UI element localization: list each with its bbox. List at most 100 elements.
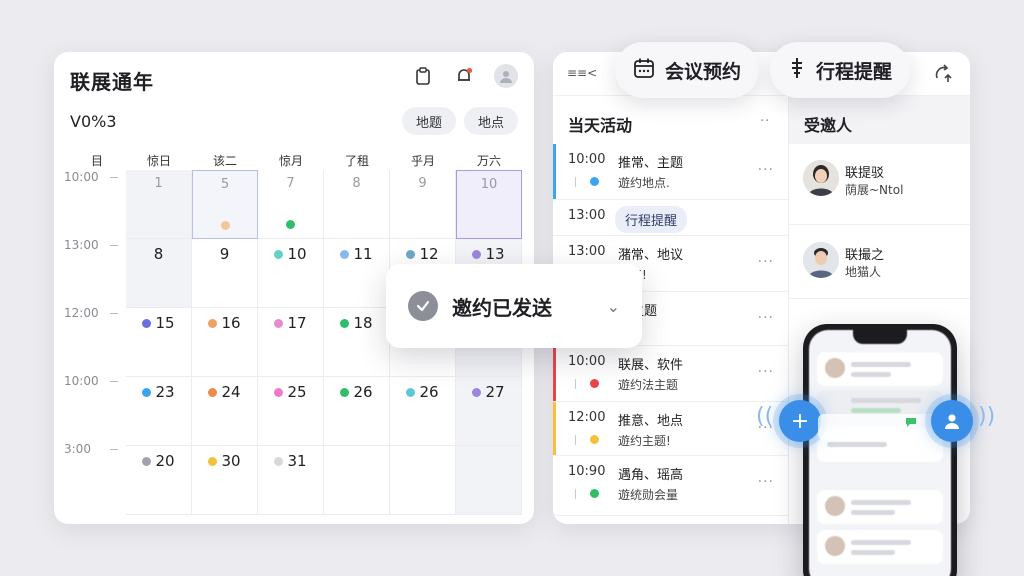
- day-number: 9: [418, 176, 427, 191]
- calendar-day-cell[interactable]: 26: [390, 377, 456, 446]
- filter-chip-location[interactable]: 地点: [464, 107, 519, 135]
- weekday-label: 目: [90, 154, 103, 168]
- day-number: 5: [220, 177, 230, 192]
- menu-icon[interactable]: ≡≡<: [567, 66, 597, 80]
- event-item[interactable]: 12:00 推意、地点 遊约主题! ···: [553, 402, 788, 456]
- day-number: 12: [419, 245, 439, 263]
- event-item[interactable]: 13:00 行程提醒: [553, 200, 788, 236]
- event-item[interactable]: 10:90 遇角、瑶高 遊统勋会量 ···: [553, 456, 788, 516]
- check-icon: [408, 291, 438, 321]
- more-icon[interactable]: ··: [760, 114, 770, 129]
- calendar-day-cell[interactable]: [390, 446, 456, 515]
- phone-screen: [809, 330, 951, 576]
- day-label: 18: [324, 314, 389, 332]
- calendar-day-cell[interactable]: 31: [258, 446, 324, 515]
- day-number: 23: [155, 383, 175, 401]
- day-number: 10: [287, 245, 307, 263]
- day-label: 10: [258, 245, 323, 263]
- day-label: 26: [390, 383, 455, 401]
- toast-message: 邀约已发送: [452, 295, 552, 320]
- event-dot: [590, 489, 599, 498]
- avatar[interactable]: [494, 64, 518, 88]
- sync-icon[interactable]: [932, 62, 954, 88]
- calendar-day-cell[interactable]: [456, 446, 522, 515]
- day-label: 11: [324, 245, 389, 263]
- invitee-name: 联提驳: [845, 166, 885, 181]
- day-number: 24: [221, 383, 241, 401]
- calendar-day-cell[interactable]: 27: [456, 377, 522, 446]
- add-button[interactable]: +: [779, 400, 821, 442]
- more-icon[interactable]: ···: [758, 310, 774, 326]
- day-number: 15: [155, 314, 175, 332]
- calendar-day-cell[interactable]: 8: [126, 239, 192, 308]
- day-label: 25: [258, 383, 323, 401]
- day-number: 26: [419, 383, 439, 401]
- calendar-day-cell[interactable]: 16: [192, 308, 258, 377]
- invitee-name: 联撮之: [845, 248, 885, 263]
- more-icon[interactable]: ···: [758, 474, 774, 490]
- day-number: 26: [353, 383, 373, 401]
- calendar-day-cell[interactable]: 18: [324, 308, 390, 377]
- filter-chip-topic[interactable]: 地题: [402, 107, 457, 135]
- reminder-tag[interactable]: 行程提醒: [615, 206, 688, 233]
- column-divider: [788, 96, 789, 524]
- calendar-day-cell[interactable]: 5: [192, 170, 258, 239]
- calendar-day-cell[interactable]: 1: [126, 170, 192, 239]
- event-dot: [274, 456, 284, 466]
- event-detail: 遊约主题!: [618, 434, 671, 448]
- more-icon[interactable]: ···: [758, 254, 774, 270]
- calendar-day-cell[interactable]: 7: [258, 170, 324, 239]
- calendar-day-cell[interactable]: 8: [324, 170, 390, 239]
- day-label: 8: [126, 245, 191, 263]
- event-title: 推意、地点: [618, 414, 684, 429]
- list-item: [817, 490, 943, 524]
- event-title: 联展、软件: [618, 358, 684, 373]
- timeline-line: [575, 379, 576, 389]
- day-label: 31: [258, 452, 323, 470]
- avatar: [825, 496, 845, 516]
- event-dot: [472, 387, 482, 397]
- calendar-day-cell[interactable]: 10: [456, 170, 522, 239]
- event-item[interactable]: 10:00 联展、软件 遊约法主题 ···: [553, 346, 788, 402]
- more-icon[interactable]: ···: [758, 364, 774, 380]
- event-title: 潴常、地议: [618, 248, 684, 263]
- day-number: 8: [352, 176, 361, 191]
- calendar-icon: [633, 57, 655, 84]
- calendar-day-cell[interactable]: 11: [324, 239, 390, 308]
- calendar-day-cell[interactable]: 23: [126, 377, 192, 446]
- calendar-day-cell[interactable]: 24: [192, 377, 258, 446]
- contact-button[interactable]: [931, 400, 973, 442]
- calendar-day-cell[interactable]: 9: [192, 239, 258, 308]
- calendar-day-cell[interactable]: 30: [192, 446, 258, 515]
- calendar-day-cell[interactable]: [324, 446, 390, 515]
- clipboard-icon[interactable]: [411, 64, 435, 88]
- day-number: 1: [154, 176, 163, 191]
- day-number: 17: [287, 314, 307, 332]
- event-color-bar: [553, 346, 556, 401]
- calendar-day-cell[interactable]: 17: [258, 308, 324, 377]
- event-dot: [274, 387, 284, 397]
- event-detail: 遊统勋会量: [618, 488, 679, 502]
- day-label: 24: [192, 383, 257, 401]
- itinerary-reminder-pill[interactable]: 行程提醒: [770, 42, 911, 98]
- invite-bar: [818, 414, 936, 440]
- calendar-day-cell[interactable]: 15: [126, 308, 192, 377]
- calendar-day-cell[interactable]: 26: [324, 377, 390, 446]
- bell-icon[interactable]: [452, 64, 476, 88]
- event-dot: [340, 387, 350, 397]
- calendar-day-cell[interactable]: 25: [258, 377, 324, 446]
- meeting-booking-pill[interactable]: 会议预约: [615, 42, 760, 98]
- phone-notch: [853, 330, 907, 344]
- calendar-day-cell[interactable]: 20: [126, 446, 192, 515]
- invite-sent-toast[interactable]: 邀约已发送 ⌄: [386, 264, 642, 348]
- event-item[interactable]: 10:00 推常、主题 遊约地点. ···: [553, 144, 788, 200]
- calendar-day-cell[interactable]: 9: [390, 170, 456, 239]
- calendar-day-cell[interactable]: 10: [258, 239, 324, 308]
- day-number: 8: [153, 245, 164, 263]
- time-label: 10:00: [64, 374, 99, 388]
- reminder-icon: [788, 57, 806, 84]
- day-label: 15: [126, 314, 191, 332]
- chat-icon[interactable]: [904, 414, 918, 433]
- chevron-down-icon[interactable]: ⌄: [607, 297, 620, 316]
- more-icon[interactable]: ···: [758, 162, 774, 178]
